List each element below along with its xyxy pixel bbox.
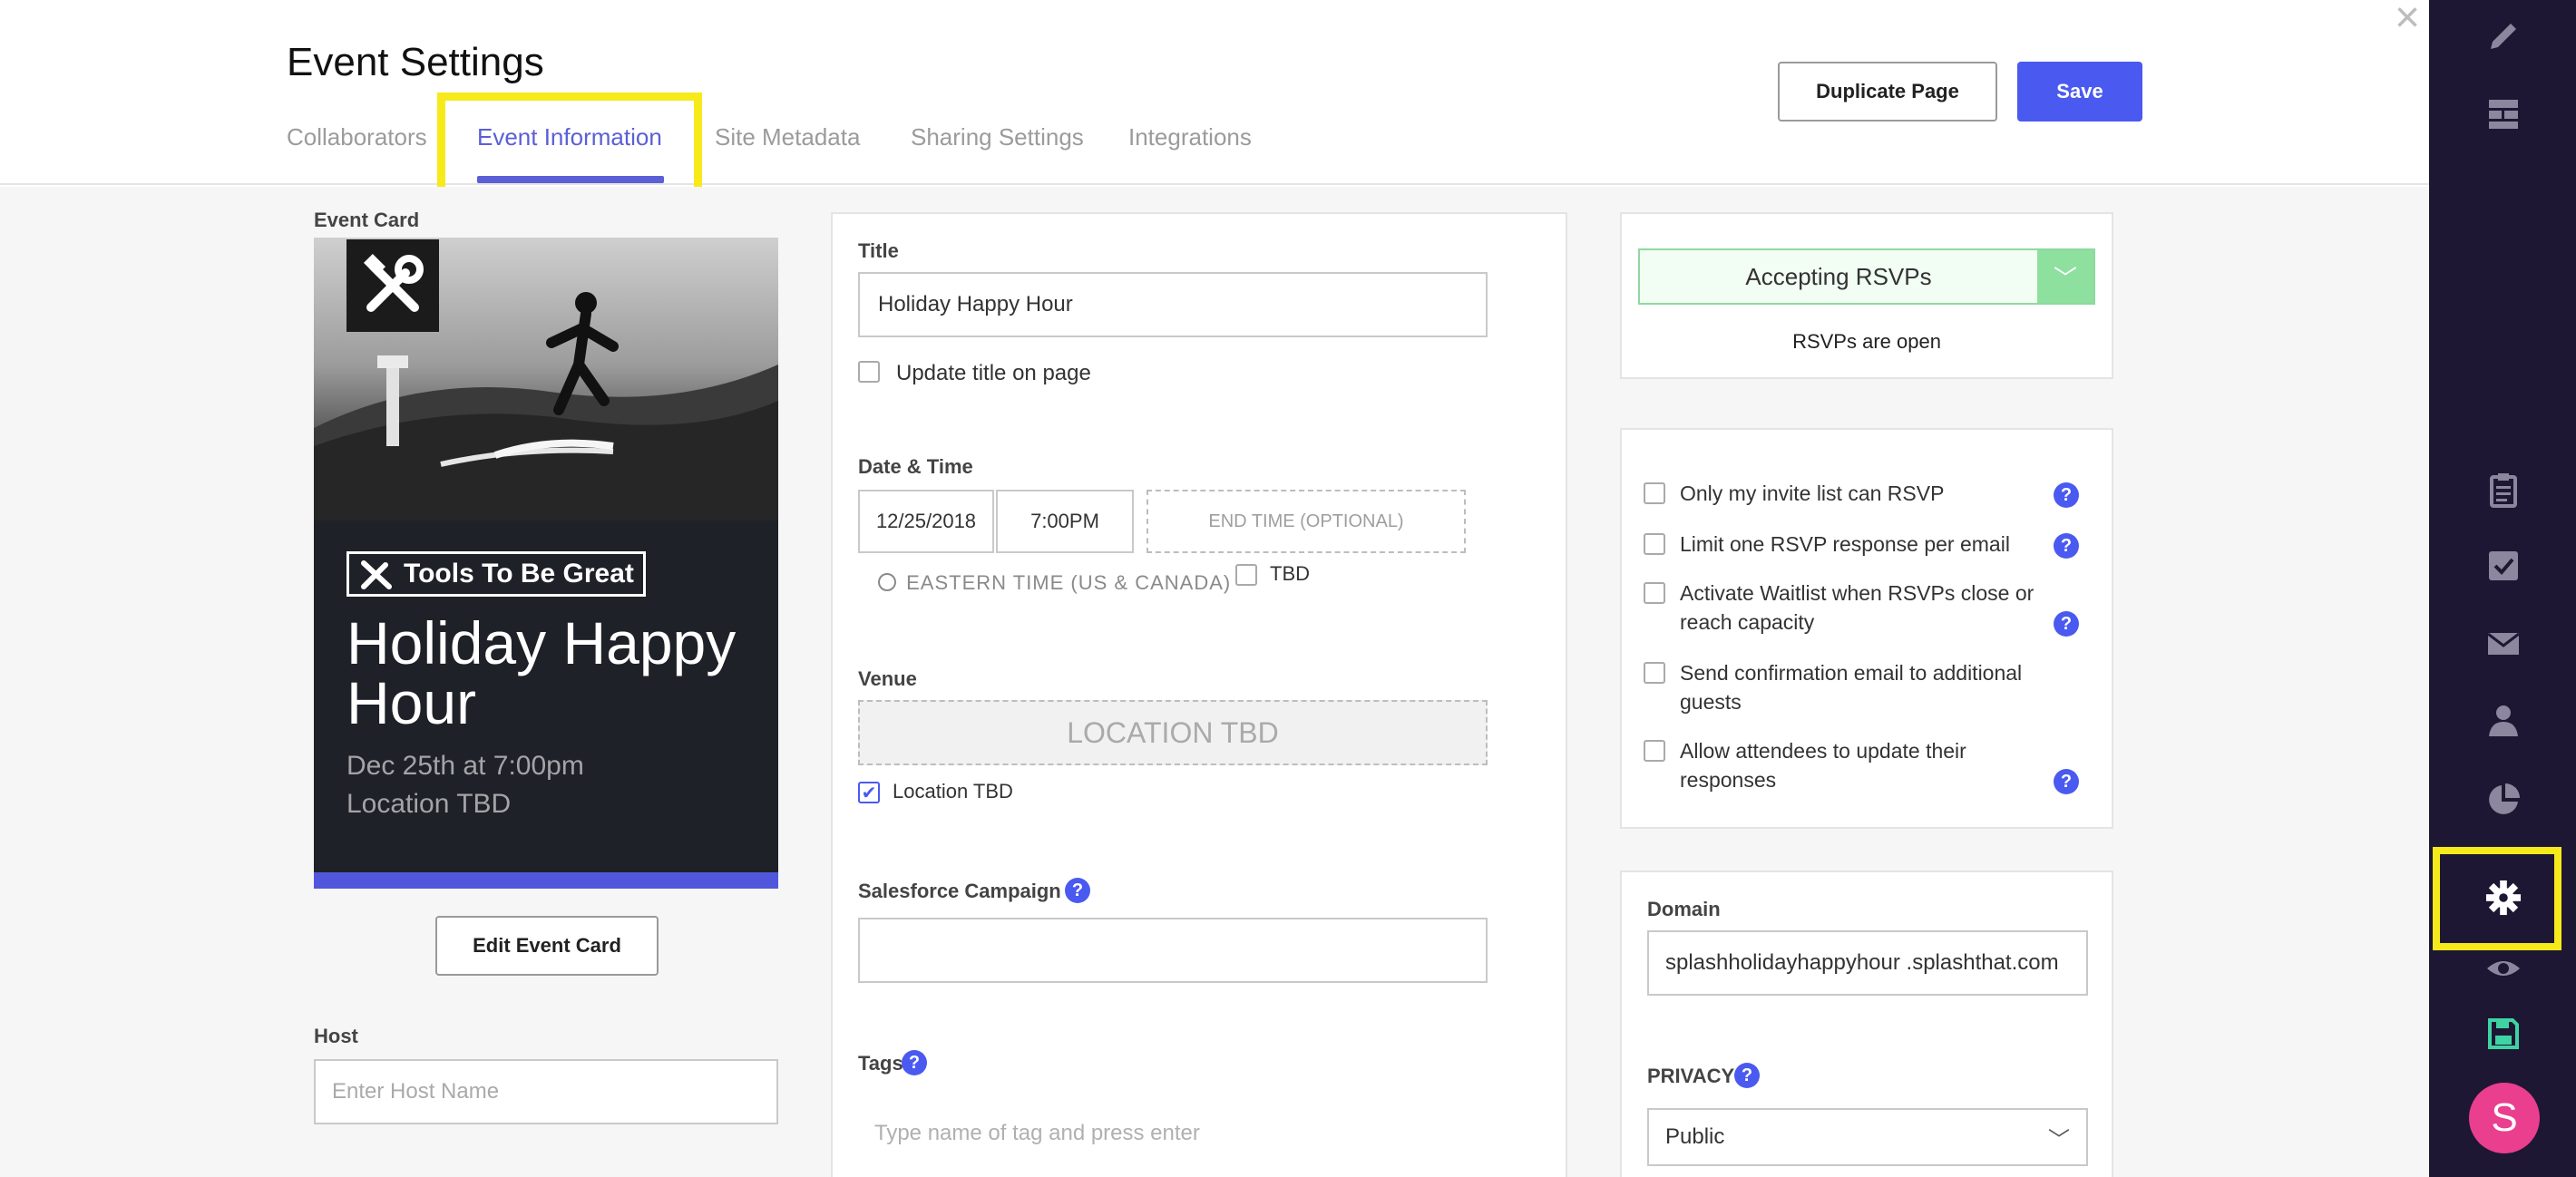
time-input[interactable]: 7:00PM (996, 490, 1134, 553)
invite-only-label: Only my invite list can RSVP (1680, 482, 1945, 505)
tools-logo-icon (346, 239, 439, 332)
event-card-preview: Tools To Be Great Holiday Happy Hour Dec… (314, 238, 778, 889)
update-responses-help-icon[interactable]: ? (2054, 769, 2079, 794)
mail-icon[interactable] (2485, 626, 2522, 662)
pie-chart-icon[interactable] (2485, 782, 2522, 818)
tags-label: Tags (858, 1052, 903, 1075)
duplicate-page-button[interactable]: Duplicate Page (1778, 62, 1997, 122)
tab-collaborators[interactable]: Collaborators (287, 123, 427, 160)
checklist-icon[interactable] (2485, 548, 2522, 584)
card-accent-bar (314, 872, 778, 889)
avatar[interactable]: S (2469, 1083, 2540, 1153)
venue-label: Venue (858, 667, 917, 690)
invite-only-checkbox[interactable] (1644, 482, 1665, 504)
layout-icon[interactable] (2485, 96, 2522, 132)
card-photo (314, 238, 778, 520)
editor-sidebar (2429, 0, 2576, 1177)
limit-one-rsvp-label: Limit one RSVP response per email (1680, 532, 2010, 556)
title-label: Title (858, 239, 899, 262)
timezone-text: EASTERN TIME (US & CANADA) (906, 571, 1232, 594)
invite-only-help-icon[interactable]: ? (2054, 482, 2079, 508)
rsvp-status-text: RSVPs are open (1792, 330, 1941, 353)
clock-icon (878, 573, 896, 591)
host-input[interactable] (314, 1059, 778, 1124)
privacy-label: PRIVACY (1647, 1065, 1735, 1087)
confirmation-email-checkbox[interactable] (1644, 662, 1665, 684)
close-icon[interactable]: × (2395, 0, 2420, 40)
limit-one-rsvp-help-icon[interactable]: ? (2054, 533, 2079, 559)
limit-one-rsvp-checkbox[interactable] (1644, 533, 1665, 555)
venue-input[interactable]: LOCATION TBD (858, 700, 1488, 765)
edit-event-card-button[interactable]: Edit Event Card (435, 916, 659, 976)
privacy-value: Public (1665, 1124, 1725, 1149)
clipboard-icon[interactable] (2485, 472, 2522, 508)
domain-label: Domain (1647, 898, 1721, 920)
privacy-help-icon[interactable]: ? (1734, 1063, 1760, 1088)
settings-highlight-box (2433, 847, 2561, 950)
tbd-label: TBD (1270, 562, 1310, 585)
card-event-title: Holiday Happy Hour (346, 609, 737, 736)
update-title-checkbox[interactable] (858, 361, 880, 383)
pencil-icon[interactable] (2485, 18, 2522, 54)
card-event-date: Dec 25th at 7:00pm (346, 751, 584, 781)
person-icon[interactable] (2485, 702, 2522, 738)
location-tbd-label: Location TBD (893, 780, 1013, 802)
save-icon[interactable] (2485, 1016, 2522, 1052)
rsvp-status-select[interactable]: Accepting RSVPs ﹀ (1638, 248, 2095, 305)
end-time-input[interactable]: END TIME (OPTIONAL) (1147, 490, 1466, 553)
tab-site-metadata[interactable]: Site Metadata (715, 123, 860, 160)
tags-input[interactable]: Type name of tag and press enter (874, 1121, 1200, 1146)
host-label: Host (314, 1025, 358, 1047)
salesforce-label: Salesforce Campaign Id (858, 880, 1085, 902)
date-time-label: Date & Time (858, 455, 973, 478)
event-card-label: Event Card (314, 209, 420, 231)
eye-icon[interactable] (2485, 950, 2522, 987)
waitlist-help-icon[interactable]: ? (2054, 611, 2079, 637)
rsvp-status-value: Accepting RSVPs (1745, 262, 1932, 290)
salesforce-help-icon[interactable]: ? (1065, 878, 1090, 903)
waitlist-label: Activate Waitlist when RSVPs close or re… (1680, 581, 2034, 634)
page-title: Event Settings (287, 40, 544, 84)
update-responses-label: Allow attendees to update their response… (1680, 739, 1966, 792)
domain-input[interactable]: splashholidayhappyhour .splashthat.com (1647, 930, 2088, 996)
tab-sharing-settings[interactable]: Sharing Settings (911, 123, 1084, 160)
update-title-label: Update title on page (896, 361, 1091, 385)
update-responses-checkbox[interactable] (1644, 740, 1665, 762)
chevron-down-icon[interactable]: ﹀ (2037, 250, 2093, 303)
settings-header: Event Settings Collaborators Event Infor… (0, 0, 2429, 212)
tbd-checkbox[interactable] (1235, 564, 1257, 586)
save-button[interactable]: Save (2017, 62, 2142, 122)
card-event-location: Location TBD (346, 789, 512, 819)
chevron-down-icon: ﹀ (2048, 1127, 2070, 1153)
card-brand-name: Tools To Be Great (404, 559, 634, 588)
location-tbd-checkbox[interactable]: ✔ (858, 782, 880, 803)
title-input[interactable]: Holiday Happy Hour (858, 272, 1488, 337)
waitlist-checkbox[interactable] (1644, 582, 1665, 604)
tools-small-icon (361, 560, 392, 589)
event-details-panel (831, 212, 1567, 1177)
confirmation-email-label: Send confirmation email to additional gu… (1680, 661, 2023, 714)
salesforce-campaign-input[interactable] (858, 918, 1488, 983)
privacy-select[interactable]: Public ﹀ (1647, 1108, 2088, 1166)
tab-integrations[interactable]: Integrations (1128, 123, 1252, 160)
date-input[interactable]: 12/25/2018 (858, 490, 994, 553)
timezone-selector[interactable]: EASTERN TIME (US & CANADA) (878, 571, 1231, 595)
tags-help-icon[interactable]: ? (902, 1050, 927, 1075)
card-brand-badge: Tools To Be Great (346, 551, 646, 597)
